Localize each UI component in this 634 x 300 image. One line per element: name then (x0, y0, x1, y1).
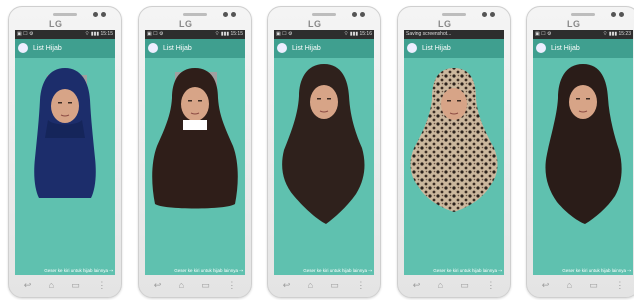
phone-screen: ▣ ☐ ⚙ ⌔ ▮▮▮ 15:16 List Hijab Geser ke ki… (274, 30, 374, 275)
phone-3: LG ▣ ☐ ⚙ ⌔ ▮▮▮ 15:16 List Hijab Geser ke… (267, 6, 381, 298)
app-title: List Hijab (32, 45, 62, 52)
status-left: Saving screenshot... (406, 31, 452, 37)
back-icon[interactable]: ↩ (542, 280, 550, 291)
hijab-model-image (545, 64, 622, 224)
status-bar: Saving screenshot... (404, 30, 504, 39)
brand-logo: LG (438, 19, 452, 29)
hijab-view[interactable] (274, 58, 374, 271)
status-left: ▣ ☐ ⚙ (535, 31, 552, 37)
app-bar: List Hijab (404, 39, 504, 58)
status-bar: ▣ ☐ ⚙ ⌔ ▮▮▮ 15:16 (274, 30, 374, 39)
camera-icon (482, 12, 487, 17)
recent-apps-icon[interactable]: ▭ (71, 280, 80, 291)
phone-screen: ▣ ☐ ⚙ ⌔ ▮▮▮ 15:15 List Hijab Geser ke ki… (15, 30, 115, 275)
menu-icon[interactable]: ⋮ (615, 280, 624, 291)
app-logo-icon (148, 43, 158, 54)
phone-5: LG ▣ ☐ ⚙ ⌔ ▮▮▮ 15:23 List Hijab Geser ke… (526, 6, 634, 298)
camera-icon (611, 12, 616, 17)
status-right: ⌔ ▮▮▮ 15:23 (602, 31, 631, 37)
phone-screen: Saving screenshot... List Hijab Geser ke… (404, 30, 504, 275)
speaker-grille (571, 13, 595, 16)
sensor-icon (101, 12, 106, 17)
phone-screen: ▣ ☐ ⚙ ⌔ ▮▮▮ 15:15 List Hijab Geser ke ki… (145, 30, 245, 275)
hijab-view[interactable] (404, 58, 504, 271)
swipe-hint: Geser ke kiri untuk hijab lainnya ⇢ (174, 268, 243, 273)
swipe-hint: Geser ke kiri untuk hijab lainnya ⇢ (433, 268, 502, 273)
status-bar: ▣ ☐ ⚙ ⌔ ▮▮▮ 15:15 (145, 30, 245, 39)
status-right: ⌔ ▮▮▮ 15:15 (214, 31, 243, 37)
app-logo-icon (18, 43, 28, 54)
menu-icon[interactable]: ⋮ (486, 280, 495, 291)
back-icon[interactable]: ↩ (154, 280, 162, 291)
sensor-icon (231, 12, 236, 17)
app-title: List Hijab (421, 45, 451, 52)
home-icon[interactable]: ⌂ (438, 280, 443, 290)
phone-1: LG ▣ ☐ ⚙ ⌔ ▮▮▮ 15:15 List Hijab Geser ke… (8, 6, 122, 298)
sensor-icon (360, 12, 365, 17)
sensor-icon (490, 12, 495, 17)
home-icon[interactable]: ⌂ (179, 280, 184, 290)
nav-bar: ↩ ⌂ ▭ ⋮ (404, 277, 504, 293)
phone-screen: ▣ ☐ ⚙ ⌔ ▮▮▮ 15:23 List Hijab Geser ke ki… (533, 30, 633, 275)
home-icon[interactable]: ⌂ (49, 280, 54, 290)
recent-apps-icon[interactable]: ▭ (201, 280, 210, 291)
nav-bar: ↩ ⌂ ▭ ⋮ (15, 277, 115, 293)
status-left: ▣ ☐ ⚙ (147, 31, 164, 37)
app-logo-icon (407, 43, 417, 54)
hijab-view[interactable] (15, 58, 115, 271)
status-left: ▣ ☐ ⚙ (17, 31, 34, 37)
app-title: List Hijab (550, 45, 580, 52)
status-left: ▣ ☐ ⚙ (276, 31, 293, 37)
app-bar: List Hijab (274, 39, 374, 58)
hijab-view[interactable] (533, 58, 633, 271)
nav-bar: ↩ ⌂ ▭ ⋮ (145, 277, 245, 293)
menu-icon[interactable]: ⋮ (97, 280, 106, 291)
status-right: ⌔ ▮▮▮ 15:16 (343, 31, 372, 37)
hijab-model-image (282, 64, 365, 224)
back-icon[interactable]: ↩ (283, 280, 291, 291)
home-icon[interactable]: ⌂ (567, 280, 572, 290)
speaker-grille (312, 13, 336, 16)
back-icon[interactable]: ↩ (24, 280, 32, 291)
brand-logo: LG (179, 19, 193, 29)
status-bar: ▣ ☐ ⚙ ⌔ ▮▮▮ 15:23 (533, 30, 633, 39)
status-right: ⌔ ▮▮▮ 15:15 (84, 31, 113, 37)
recent-apps-icon[interactable]: ▭ (330, 280, 339, 291)
app-bar: List Hijab (533, 39, 633, 58)
hijab-model-image (152, 68, 238, 209)
speaker-grille (183, 13, 207, 16)
swipe-hint: Geser ke kiri untuk hijab lainnya ⇢ (44, 268, 113, 273)
back-icon[interactable]: ↩ (413, 280, 421, 291)
app-logo-icon (536, 43, 546, 54)
camera-icon (93, 12, 98, 17)
phone-2: LG ▣ ☐ ⚙ ⌔ ▮▮▮ 15:15 List Hijab Geser ke… (138, 6, 252, 298)
status-bar: ▣ ☐ ⚙ ⌔ ▮▮▮ 15:15 (15, 30, 115, 39)
nav-bar: ↩ ⌂ ▭ ⋮ (274, 277, 374, 293)
app-logo-icon (277, 43, 287, 54)
app-title: List Hijab (291, 45, 321, 52)
speaker-grille (442, 13, 466, 16)
sensor-icon (619, 12, 624, 17)
nav-bar: ↩ ⌂ ▭ ⋮ (533, 277, 633, 293)
camera-icon (223, 12, 228, 17)
menu-icon[interactable]: ⋮ (227, 280, 236, 291)
swipe-hint: Geser ke kiri untuk hijab lainnya ⇢ (562, 268, 631, 273)
app-title: List Hijab (162, 45, 192, 52)
home-icon[interactable]: ⌂ (308, 280, 313, 290)
brand-logo: LG (308, 19, 322, 29)
speaker-grille (53, 13, 77, 16)
brand-logo: LG (49, 19, 63, 29)
swipe-hint: Geser ke kiri untuk hijab lainnya ⇢ (303, 268, 372, 273)
hijab-model-image (410, 68, 498, 212)
phone-4: LG Saving screenshot... List Hijab Geser… (397, 6, 511, 298)
recent-apps-icon[interactable]: ▭ (460, 280, 469, 291)
camera-icon (352, 12, 357, 17)
hijab-model-image (34, 68, 96, 198)
hijab-view[interactable] (145, 58, 245, 271)
app-bar: List Hijab (15, 39, 115, 58)
menu-icon[interactable]: ⋮ (356, 280, 365, 291)
recent-apps-icon[interactable]: ▭ (589, 280, 598, 291)
brand-logo: LG (567, 19, 581, 29)
app-bar: List Hijab (145, 39, 245, 58)
